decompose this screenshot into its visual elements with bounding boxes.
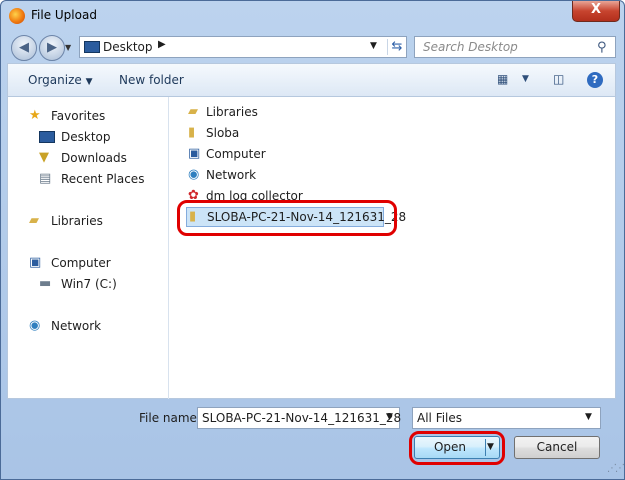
search-input[interactable]: Search Desktop ⚲ [414,36,616,58]
close-button[interactable]: X [572,1,620,22]
desktop-icon [84,41,100,53]
forward-button[interactable]: ▶ [39,35,65,61]
recent-locations-dropdown[interactable]: ▼ [65,43,71,52]
search-icon[interactable]: ⚲ [597,40,607,55]
file-upload-dialog: File Upload X ◀ ▶ ▼ Desktop ▶ ▼ ⇆ Search… [0,0,625,480]
open-button-highlight-annotation [409,431,505,465]
title-bar[interactable]: File Upload X [1,1,624,31]
view-options-icon[interactable]: ▦ [497,72,508,86]
address-bar[interactable]: Desktop ▶ ▼ ⇆ [79,36,407,58]
chevron-down-icon[interactable]: ▼ [386,412,393,422]
command-toolbar: Organize ▼ New folder ▦ ▼ ◫ ? [7,63,616,97]
selection-highlight-annotation [177,200,397,236]
file-list[interactable]: ▰ Libraries ▮ Sloba ▣ Computer ◉ Network… [168,97,615,399]
chevron-down-icon: ▼ [85,77,93,87]
chevron-right-icon[interactable]: ▶ [158,39,166,50]
navigation-pane[interactable]: ★ Favorites Desktop ▼ Downloads ▤ Recent… [8,97,169,399]
file-name-value[interactable]: SLOBA-PC-21-Nov-14_121631_28 [202,411,401,425]
new-folder-button[interactable]: New folder [119,73,184,87]
user-folder-icon: ▮ [188,125,196,140]
view-dropdown-icon[interactable]: ▼ [522,74,529,84]
address-dropdown-icon[interactable]: ▼ [370,41,377,51]
computer-icon: ▣ [188,146,201,161]
libraries-icon: ▰ [29,213,39,228]
libraries-icon: ▰ [188,104,198,119]
search-placeholder: Search Desktop [423,40,518,54]
file-name-label: File name: [139,411,201,425]
dialog-footer: File name: SLOBA-PC-21-Nov-14_121631_28 … [1,399,624,479]
refresh-icon[interactable]: ⇆ [387,39,406,55]
recent-places-icon: ▤ [39,171,52,186]
chevron-down-icon[interactable]: ▼ [585,412,592,422]
downloads-icon: ▼ [39,150,49,165]
organize-label: Organize [28,73,82,87]
network-icon: ◉ [29,318,41,333]
firefox-icon [9,8,25,24]
help-icon[interactable]: ? [587,72,603,88]
desktop-icon [39,131,55,143]
drive-icon: ▬ [39,276,52,291]
window-title: File Upload [31,8,97,22]
computer-icon: ▣ [29,255,42,270]
file-type-value: All Files [417,411,463,425]
organize-button[interactable]: Organize ▼ [28,73,93,87]
cancel-button[interactable]: Cancel [514,436,600,459]
browser-panel: ★ Favorites Desktop ▼ Downloads ▤ Recent… [7,97,616,399]
preview-pane-icon[interactable]: ◫ [553,72,564,86]
file-type-select[interactable]: All Files ▼ [412,407,601,429]
file-name-input[interactable]: SLOBA-PC-21-Nov-14_121631_28 ▼ [197,407,401,429]
address-path[interactable]: Desktop [103,40,153,54]
resize-grip-icon[interactable]: ⋰⋰ [607,463,624,474]
back-button[interactable]: ◀ [11,35,37,61]
network-icon: ◉ [188,167,200,182]
address-row: ◀ ▶ ▼ Desktop ▶ ▼ ⇆ Search Desktop ⚲ [1,31,624,63]
star-icon: ★ [29,108,41,123]
